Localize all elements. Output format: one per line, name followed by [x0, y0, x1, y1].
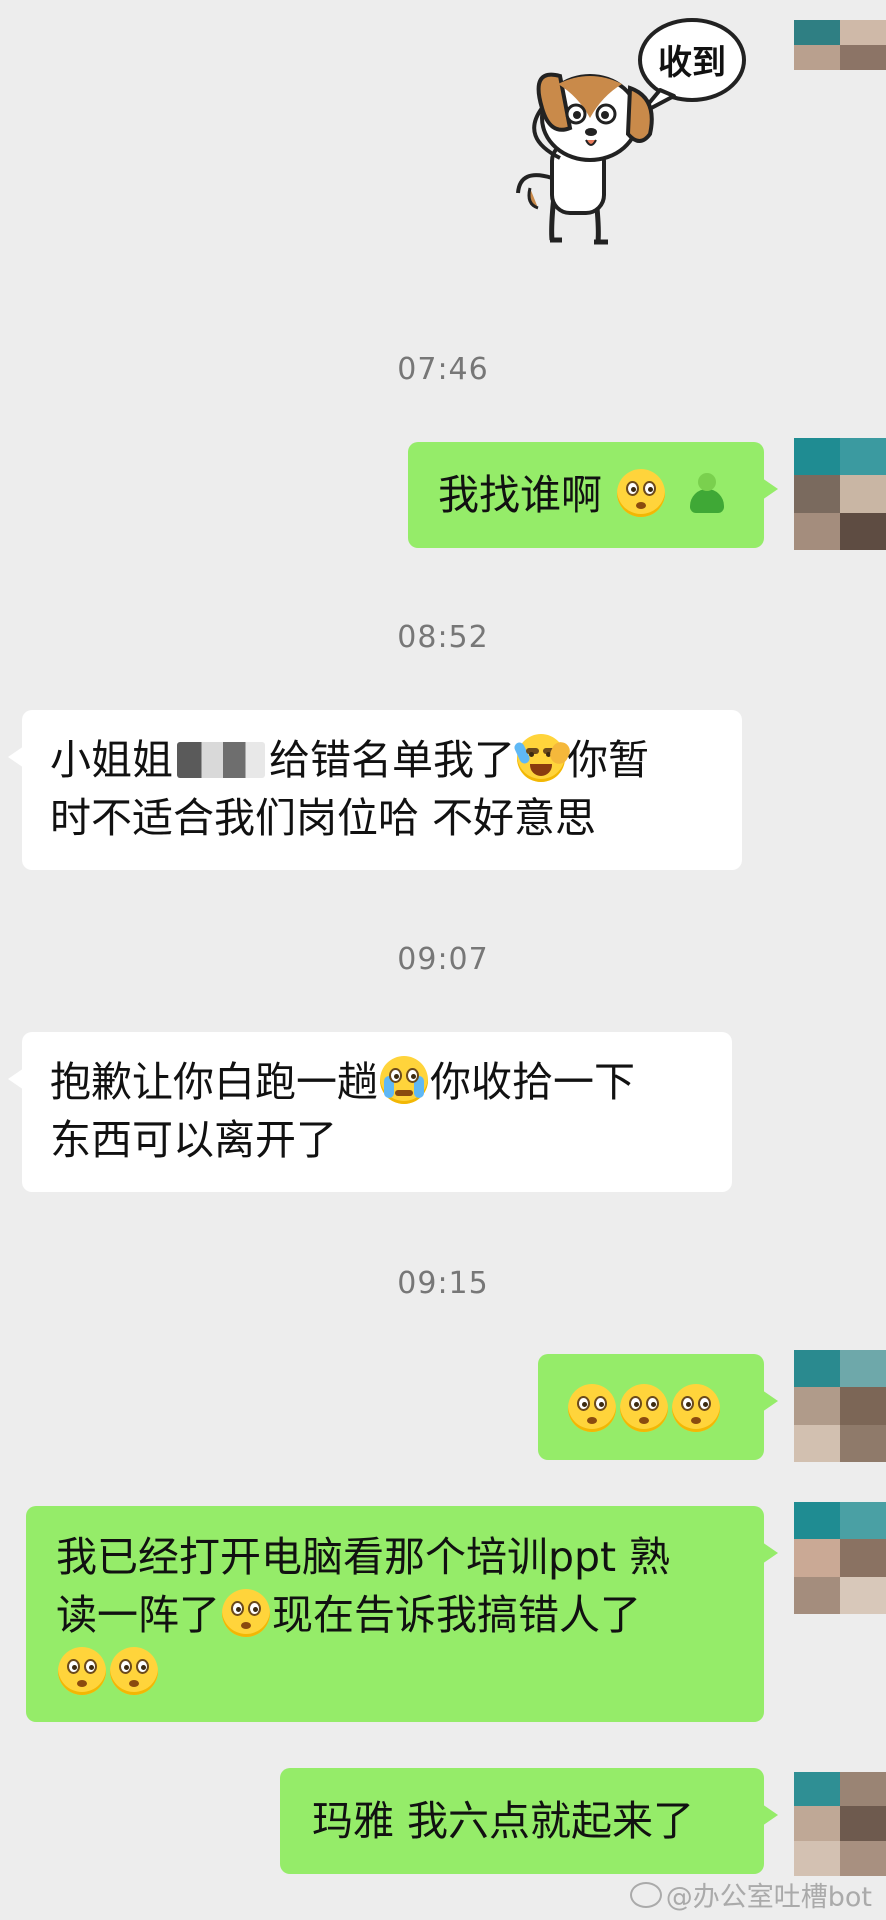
message-sent[interactable] — [538, 1354, 778, 1460]
avatar-self[interactable] — [794, 438, 886, 550]
message-text: 我已经打开电脑看那个培训ppt 熟 — [56, 1533, 671, 1581]
message-text: 我找谁啊 — [438, 471, 602, 519]
message-sent[interactable]: 玛雅 我六点就起来了 — [280, 1768, 778, 1874]
message-text: 抱歉让你白跑一趟 — [50, 1058, 378, 1106]
message-sent[interactable]: 我已经打开电脑看那个培训ppt 熟 读一阵了 现在告诉我搞错人了 — [26, 1506, 778, 1722]
dog-sticker[interactable]: 收到 — [490, 18, 750, 258]
message-text: 读一阵了 — [56, 1591, 220, 1639]
flushed-emoji — [617, 469, 666, 517]
dog-sticker-image: 收到 — [516, 18, 746, 245]
timestamp: 09:15 — [397, 1266, 489, 1301]
watermark: @办公室吐槽bot — [629, 1875, 872, 1914]
message-text: 你暂 — [567, 736, 649, 784]
sticker-text: 收到 — [658, 43, 726, 83]
avatar-self[interactable] — [794, 1350, 886, 1462]
message-received[interactable]: 小姐姐 给错名单我了 你暂 时不适合我们岗位哈 不好意思 — [8, 710, 742, 870]
timestamp: 09:07 — [397, 942, 489, 977]
message-text: 给错名单我了 — [269, 736, 515, 784]
weibo-icon — [629, 1882, 662, 1908]
watermark-text: @办公室吐槽bot — [665, 1882, 872, 1913]
flushed-emoji — [620, 1384, 668, 1432]
message-text: 你收拾一下 — [430, 1058, 635, 1106]
redacted-name — [177, 742, 265, 778]
laughing-crying-emoji — [512, 734, 573, 782]
message-text: 东西可以离开了 — [50, 1116, 337, 1164]
timestamp: 08:52 — [397, 620, 489, 655]
message-sent[interactable]: 我找谁啊 — [408, 442, 778, 548]
turtle-emoji — [682, 469, 730, 517]
flushed-emoji — [568, 1384, 616, 1432]
timestamp: 07:46 — [397, 352, 489, 387]
message-text: 现在告诉我搞错人了 — [272, 1591, 641, 1639]
flushed-emoji — [110, 1647, 158, 1695]
message-received[interactable]: 抱歉让你白跑一趟 你收拾一下 东西可以离开了 — [8, 1032, 732, 1192]
message-text: 时不适合我们岗位哈 不好意思 — [50, 794, 597, 842]
avatar-self[interactable] — [794, 20, 886, 70]
crying-emoji — [380, 1056, 428, 1104]
message-text: 玛雅 我六点就起来了 — [312, 1797, 695, 1845]
message-text: 小姐姐 — [50, 736, 173, 784]
avatar-self[interactable] — [794, 1772, 886, 1876]
avatar-self[interactable] — [794, 1502, 886, 1614]
flushed-emoji — [672, 1384, 720, 1432]
flushed-emoji — [58, 1647, 106, 1695]
flushed-emoji — [222, 1589, 270, 1637]
